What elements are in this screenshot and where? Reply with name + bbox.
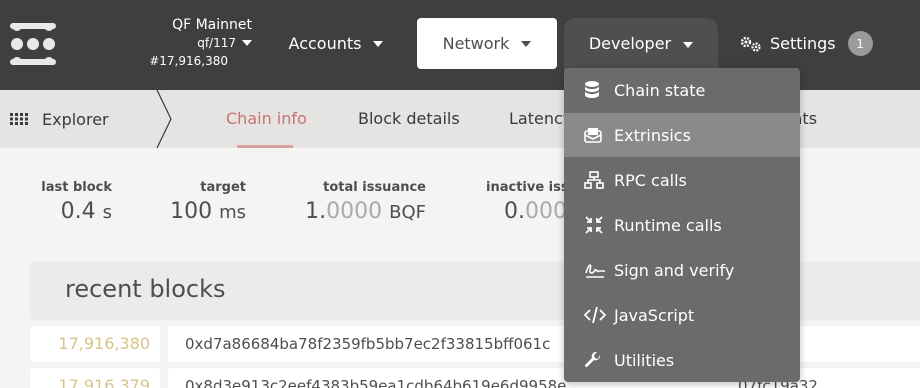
database-icon <box>584 80 608 100</box>
chain-version: qf/117 <box>197 36 236 50</box>
unit: ms <box>219 202 246 223</box>
section-explorer[interactable]: Explorer <box>10 90 109 148</box>
compress-icon <box>584 215 608 235</box>
nav-developer-label: Developer <box>588 34 672 53</box>
code-icon <box>584 305 608 325</box>
app-logo-icon[interactable] <box>10 21 56 67</box>
menu-item-label: Chain state <box>614 80 706 100</box>
tab-chain-info[interactable]: Chain info <box>226 90 307 148</box>
block-hash: 0xd7a86684ba78f2359fb5bb7ec2f33815bff061… <box>168 326 920 362</box>
chevron-down-icon <box>373 40 384 47</box>
active-tab-indicator <box>237 145 293 148</box>
menu-item-chain-state[interactable]: Chain state <box>564 68 800 112</box>
gear-icon <box>740 36 762 52</box>
nav-settings-label: Settings <box>770 34 836 53</box>
grid-icon <box>10 113 28 125</box>
chevron-down-icon <box>242 40 252 46</box>
menu-item-label: Utilities <box>614 350 675 370</box>
section-label: Explorer <box>42 109 109 129</box>
menu-item-utilities[interactable]: Utilities <box>564 338 800 382</box>
recent-blocks-title: recent blocks <box>65 275 226 303</box>
network-icon <box>584 170 608 190</box>
tab-block-details-label: Block details <box>358 109 460 128</box>
summary-total-issuance: total issuance 1.0000 BQF <box>280 180 426 229</box>
summary-label: target <box>200 180 246 195</box>
menu-item-label: Sign and verify <box>614 260 735 280</box>
unit: BQF <box>389 202 426 223</box>
nav-network[interactable]: Network <box>417 18 557 69</box>
nav-accounts-label: Accounts <box>288 34 362 53</box>
nav-settings[interactable]: Settings 1 <box>740 18 890 69</box>
summary-last-block: last block 0.4 s <box>22 180 112 229</box>
summary-label: total issuance <box>323 180 426 195</box>
chain-best-block: #17,916,380 <box>149 54 228 68</box>
block-number-link[interactable]: 17,916,379 <box>30 368 160 388</box>
summary-value: 0.4 s <box>60 199 112 224</box>
nav-accounts[interactable]: Accounts <box>275 18 397 69</box>
chain-selector[interactable]: QF Mainnet qf/117 #17,916,380 <box>120 16 252 70</box>
tab-block-details[interactable]: Block details <box>358 90 460 148</box>
chevron-down-icon <box>521 40 532 47</box>
summary-target: target 100 ms <box>150 180 246 229</box>
menu-item-sign-and-verify[interactable]: Sign and verify <box>564 248 800 292</box>
summary-label: last block <box>41 180 112 195</box>
block-number-link[interactable]: 17,916,380 <box>30 326 160 362</box>
signature-icon <box>584 260 608 280</box>
settings-badge: 1 <box>847 31 873 56</box>
menu-item-label: JavaScript <box>614 305 695 325</box>
chevron-down-icon <box>683 42 694 48</box>
menu-item-label: Runtime calls <box>614 215 722 235</box>
breadcrumb-separator-icon <box>156 90 172 148</box>
tab-chain-info-label: Chain info <box>226 109 307 128</box>
menu-item-label: Extrinsics <box>614 125 691 145</box>
developer-dropdown-menu: Chain state Extrinsics RPC calls Runtime… <box>564 68 800 382</box>
summary-value: 100 ms <box>170 199 246 224</box>
envelope-icon <box>584 125 608 145</box>
chain-name: QF Mainnet <box>172 17 252 33</box>
wrench-icon <box>584 350 608 370</box>
tab-latency-label: Latency <box>509 109 573 128</box>
summary-value: 1.0000 BQF <box>305 199 426 224</box>
menu-item-extrinsics[interactable]: Extrinsics <box>564 113 800 157</box>
tab-latency[interactable]: Latency <box>509 90 572 148</box>
menu-item-javascript[interactable]: JavaScript <box>564 293 800 337</box>
menu-item-label: RPC calls <box>614 170 687 190</box>
menu-item-runtime-calls[interactable]: Runtime calls <box>564 203 800 247</box>
menu-item-rpc-calls[interactable]: RPC calls <box>564 158 800 202</box>
block-hash: 0x8d3e913c2eef4383b59ea1cdb64b619e6d9958… <box>168 368 920 388</box>
unit: s <box>102 202 112 223</box>
nav-network-label: Network <box>442 34 510 53</box>
